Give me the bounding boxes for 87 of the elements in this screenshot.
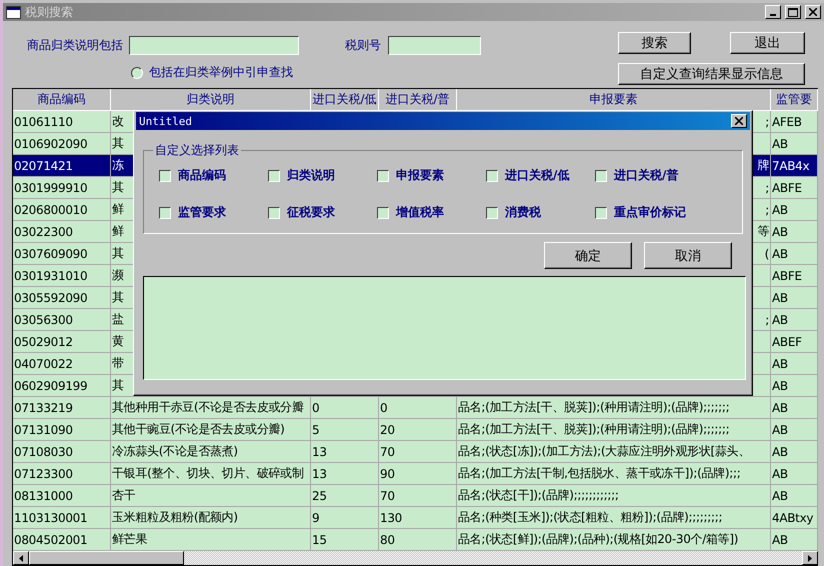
table-cell: 20 bbox=[379, 419, 457, 441]
table-cell: 0804502001 bbox=[13, 529, 111, 551]
description-label: 商品归类说明包括 bbox=[27, 37, 123, 54]
table-cell: 0307609090 bbox=[13, 243, 111, 265]
table-cell: 130 bbox=[379, 507, 457, 529]
tariff-number-label: 税则号 bbox=[345, 37, 381, 54]
table-cell: 1103130001 bbox=[13, 507, 111, 529]
table-cell: 07131090 bbox=[13, 419, 111, 441]
table-cell: 品名;(状态[干]);(品牌);;;;;;;;;;;; bbox=[457, 485, 771, 507]
table-cell: AB bbox=[771, 463, 818, 485]
table-cell: AB bbox=[771, 199, 818, 221]
table-cell: 05029012 bbox=[13, 331, 111, 353]
checkbox-label: 申报要素 bbox=[396, 167, 444, 184]
table-cell: 13 bbox=[311, 463, 379, 485]
table-cell: 品名;(加工方法[干、脱荚]);(种用请注明);(品牌);;;;;;; bbox=[457, 419, 771, 441]
cancel-button[interactable]: 取消 bbox=[644, 242, 732, 269]
table-cell: AB bbox=[771, 441, 818, 463]
exit-button[interactable]: 退出 bbox=[730, 32, 805, 54]
column-header[interactable]: 监管要 bbox=[771, 89, 818, 111]
table-cell: 品名;(状态[冻]);(加工方法);(大蒜应注明外观形状[蒜头、 bbox=[457, 441, 771, 463]
table-cell: ABEF bbox=[771, 331, 818, 353]
table-cell: AB bbox=[771, 529, 818, 551]
table-cell: 其他干豌豆(不论是否去皮或分瓣) bbox=[111, 419, 311, 441]
checkbox-label: 重点审价标记 bbox=[614, 204, 686, 221]
checkbox-label: 监管要求 bbox=[178, 204, 226, 221]
custom-display-button[interactable]: 自定义查询结果显示信息 bbox=[618, 62, 805, 84]
table-cell: 01061110 bbox=[13, 111, 111, 133]
table-cell: 07108030 bbox=[13, 441, 111, 463]
table-cell: 13 bbox=[311, 441, 379, 463]
window-title: 税则搜索 bbox=[25, 4, 74, 20]
table-cell: 9 bbox=[311, 507, 379, 529]
column-header[interactable]: 商品编码 bbox=[13, 89, 111, 111]
table-cell: AFEB bbox=[771, 111, 818, 133]
table-cell: 03022300 bbox=[13, 221, 111, 243]
table-cell: 0301999910 bbox=[13, 177, 111, 199]
table-cell: 5 bbox=[311, 419, 379, 441]
checkbox-label: 增值税率 bbox=[396, 204, 444, 221]
table-cell: 07123300 bbox=[13, 463, 111, 485]
column-header[interactable]: 归类说明 bbox=[111, 89, 311, 111]
table-cell: 07133219 bbox=[13, 397, 111, 419]
table-cell: AB bbox=[771, 287, 818, 309]
table-cell: 品名;(状态[鲜]);(品牌);(品种);(规格[如20-30个/箱等]) bbox=[457, 529, 771, 551]
radio-label: 包括在归类举例中引申查找 bbox=[149, 64, 293, 81]
table-cell: 品名;(加工方法[干制,包括脱水、蒸干或冻干]);(品牌);;; bbox=[457, 463, 771, 485]
table-cell: ABFE bbox=[771, 265, 818, 287]
search-button[interactable]: 搜索 bbox=[618, 32, 691, 54]
table-cell: 7AB4x bbox=[771, 155, 818, 177]
checkbox-label: 消费税 bbox=[505, 204, 541, 221]
table-cell: AB bbox=[771, 485, 818, 507]
table-cell: 80 bbox=[379, 529, 457, 551]
table-cell: 08131000 bbox=[13, 485, 111, 507]
table-cell: 70 bbox=[379, 485, 457, 507]
dialog-title: Untitled bbox=[139, 114, 192, 128]
table-cell: AB bbox=[771, 419, 818, 441]
table-cell: 02071421 bbox=[13, 155, 111, 177]
table-cell: AB bbox=[771, 309, 818, 331]
table-cell: AB bbox=[771, 243, 818, 265]
table-cell: 品名;(种类[玉米]);(状态[粗粒、粗粉]);(品牌);;;;;;;;; bbox=[457, 507, 771, 529]
table-cell: 25 bbox=[311, 485, 379, 507]
table-cell: 0 bbox=[379, 397, 457, 419]
table-cell: AB bbox=[771, 397, 818, 419]
column-header[interactable]: 进口关税/低 bbox=[311, 89, 379, 111]
table-cell: 0106902090 bbox=[13, 133, 111, 155]
table-cell: 03056300 bbox=[13, 309, 111, 331]
table-cell: 其他种用干赤豆(不论是否去皮或分瓣 bbox=[111, 397, 311, 419]
table-cell: AB bbox=[771, 221, 818, 243]
table-cell: AB bbox=[771, 133, 818, 155]
table-cell: AB bbox=[771, 375, 818, 397]
table-cell: 0206800010 bbox=[13, 199, 111, 221]
table-cell: 0602909199 bbox=[13, 375, 111, 397]
table-cell: 0 bbox=[311, 397, 379, 419]
ok-button[interactable]: 确定 bbox=[544, 242, 632, 269]
table-cell: 冷冻蒜头(不论是否蒸煮) bbox=[111, 441, 311, 463]
table-cell: 04070022 bbox=[13, 353, 111, 375]
table-cell: 杏干 bbox=[111, 485, 311, 507]
table-cell: 70 bbox=[379, 441, 457, 463]
table-cell: 鲜芒果 bbox=[111, 529, 311, 551]
table-cell: ABFE bbox=[771, 177, 818, 199]
table-cell: 90 bbox=[379, 463, 457, 485]
table-cell: 0305592090 bbox=[13, 287, 111, 309]
table-cell: AB bbox=[771, 353, 818, 375]
table-cell: 4ABtxy bbox=[771, 507, 818, 529]
table-cell: 品名;(加工方法[干、脱荚]);(种用请注明);(品牌);;;;;;; bbox=[457, 397, 771, 419]
table-cell: 15 bbox=[311, 529, 379, 551]
table-cell: 0301931010 bbox=[13, 265, 111, 287]
table-cell: 玉米粗粒及粗粉(配额内) bbox=[111, 507, 311, 529]
table-cell: 干银耳(整个、切块、切片、破碎或制 bbox=[111, 463, 311, 485]
